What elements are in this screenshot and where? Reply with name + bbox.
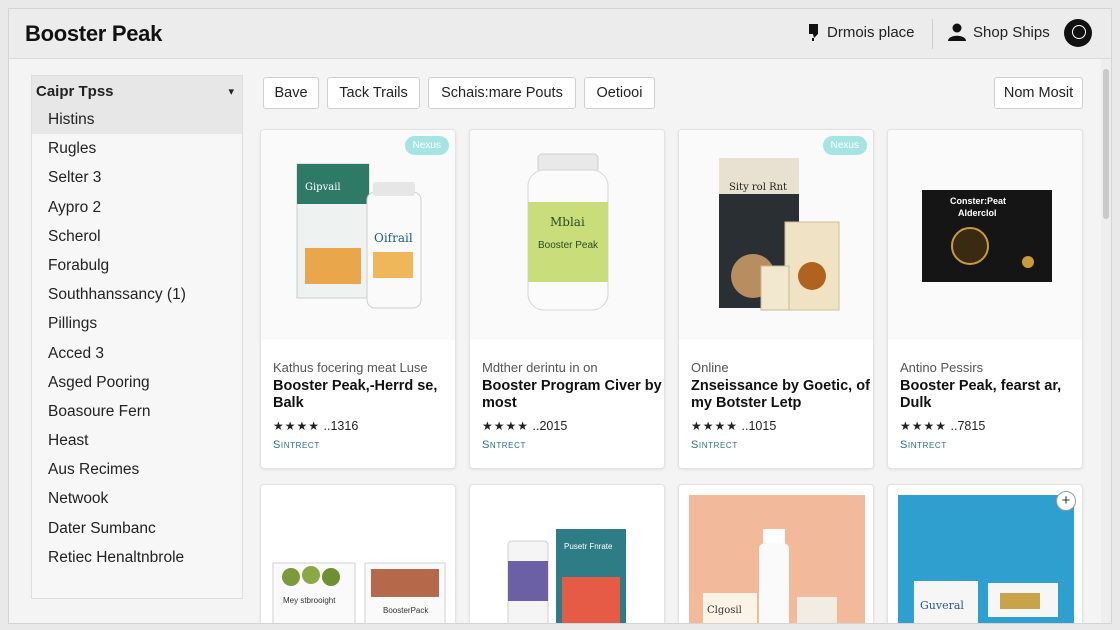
filter-chip[interactable]: Tack Trails [327,77,420,109]
product-card[interactable]: Mey stbrooight BoosterPack [260,484,456,624]
product-image[interactable]: Gipvail Oifrail [261,130,455,340]
account-link[interactable]: Shop Ships [947,23,1050,41]
account-label: Shop Ships [973,23,1050,41]
product-meta: Online [691,360,729,375]
product-meta: Kathus focering meat Luse [273,360,428,375]
status-badge: Nexus [404,136,449,155]
product-rating: ★★★★ ..7815 [900,419,985,433]
header-divider [932,19,933,49]
location-link[interactable]: Drmois place [807,23,915,41]
package-label: Pusetr Fnrate [564,542,613,551]
filter-chip[interactable]: Schais:mare Pouts [428,77,576,109]
package-label: Guveral [920,599,964,612]
product-package-art: Gipvail Oifrail [296,163,422,309]
product-package-art: Mblai Booster Peak [527,153,609,311]
review-count: ..1015 [741,419,777,433]
star-rating: ★★★★ [691,419,739,433]
product-card[interactable]: Pusetr Fnrate [469,484,665,624]
select-link[interactable]: Sintrect [900,439,947,451]
product-image[interactable]: Clgosil [679,485,874,624]
sidebar-item[interactable]: Retiec Henaltnbrole [32,543,242,572]
package-label: Sity rol Rnt [729,182,787,193]
star-rating: ★★★★ [482,419,530,433]
sidebar-item[interactable]: Acced 3 [32,339,242,368]
chevron-down-icon: ▾ [228,85,234,98]
star-rating: ★★★★ [273,419,321,433]
sidebar-item[interactable]: Boasoure Fern [32,397,242,426]
sidebar-item[interactable]: Rugles [32,134,242,163]
product-title[interactable]: Booster Peak,-Herrd se, Balk [273,378,453,412]
bottle-label: Oifrail [374,231,413,245]
location-label: Drmois place [827,23,915,41]
product-rating: ★★★★ ..1316 [273,419,358,433]
review-count: ..1316 [323,419,359,433]
sidebar-item[interactable]: Netwook [32,484,242,513]
product-image[interactable]: Mblai Booster Peak [470,130,664,340]
product-card[interactable]: Clgosil [678,484,874,624]
product-package-art: Conster:Peat Alderclol [922,190,1052,282]
select-link[interactable]: Sintrect [691,439,738,451]
sidebar-item[interactable]: Heast [32,426,242,455]
top-header: Booster Peak Drmois place Shop Ships [9,9,1111,59]
filter-chip[interactable]: Bave [263,77,319,109]
page-scrollbar[interactable] [1101,59,1111,623]
category-list: Histins Rugles Selter 3 Aypro 2 Scherol … [32,105,242,572]
brand-title[interactable]: Booster Peak [25,21,162,47]
package-label: Clgosil [707,605,742,616]
package-label: Mey stbrooight [283,596,336,605]
status-badge: Nexus [822,136,867,155]
review-count: ..2015 [532,419,568,433]
package-label: Conster:Peat [950,196,1006,206]
scrollbar-thumb[interactable] [1103,69,1109,219]
package-label: Gipvail [305,182,341,193]
package-sublabel: BoosterPack [383,606,429,615]
review-count: ..7815 [950,419,986,433]
avatar[interactable] [1064,19,1092,47]
map-pin-icon [809,24,818,41]
star-rating: ★★★★ [900,419,948,433]
bottle-sublabel: Booster Peak [538,240,599,251]
category-dropdown[interactable]: Caipr Tpss ▾ [32,76,242,106]
select-link[interactable]: Sntrect [482,439,526,451]
product-meta: Antino Pessirs [900,360,984,375]
product-image[interactable]: Sity rol Rnt [679,130,873,340]
product-package-art: Sity rol Rnt [719,158,840,311]
product-image[interactable]: Pusetr Fnrate [470,485,665,624]
product-card[interactable]: Mblai Booster Peak Mdther derintu in on … [469,129,665,469]
product-card[interactable]: Sity rol Rnt Nexus Online Znseissance by… [678,129,874,469]
sidebar-item[interactable]: Histins [32,105,242,135]
sidebar-item[interactable]: Forabulg [32,251,242,280]
product-meta: Mdther derintu in on [482,360,598,375]
product-title[interactable]: Booster Program Civer by most [482,378,662,412]
product-title[interactable]: Booster Peak, fearst ar, Dulk [900,378,1080,412]
product-rating: ★★★★ ..1015 [691,419,776,433]
sidebar-item[interactable]: Southhanssancy (1) [32,280,242,309]
sidebar-item[interactable]: Pillings [32,309,242,338]
bottle-label: Mblai [550,215,585,229]
sidebar-item[interactable]: Aus Recimes [32,455,242,484]
sidebar-item[interactable]: Dater Sumbanc [32,514,242,543]
sidebar-item[interactable]: Selter 3 [32,163,242,192]
product-card[interactable]: Gipvail Oifrail Nexus Kathus focering me… [260,129,456,469]
product-card[interactable]: Guveral + [887,484,1083,624]
sidebar-item[interactable]: Scherol [32,222,242,251]
category-sidebar: Caipr Tpss ▾ Histins Rugles Selter 3 Ayp… [31,75,243,599]
sidebar-item[interactable]: Aypro 2 [32,193,242,222]
select-link[interactable]: Sintrect [273,439,320,451]
filter-chip[interactable]: Oetiooi [584,77,655,109]
category-heading: Caipr Tpss [36,82,114,100]
sort-button[interactable]: Nom Mosit [994,77,1083,109]
product-rating: ★★★★ ..2015 [482,419,567,433]
product-image[interactable]: Mey stbrooight BoosterPack [261,485,456,624]
sidebar-item[interactable]: Asged Pooring [32,368,242,397]
user-icon [948,23,966,41]
product-image[interactable]: Conster:Peat Alderclol [888,130,1082,340]
product-image[interactable]: Guveral [888,485,1083,624]
app-window: Booster Peak Drmois place Shop Ships Cai… [8,8,1112,624]
product-card[interactable]: Conster:Peat Alderclol Antino Pessirs Bo… [887,129,1083,469]
product-title[interactable]: Znseissance by Goetic, of my Botster Let… [691,378,871,412]
package-sublabel: Alderclol [958,208,997,218]
add-to-cart-icon[interactable]: + [1056,491,1076,511]
